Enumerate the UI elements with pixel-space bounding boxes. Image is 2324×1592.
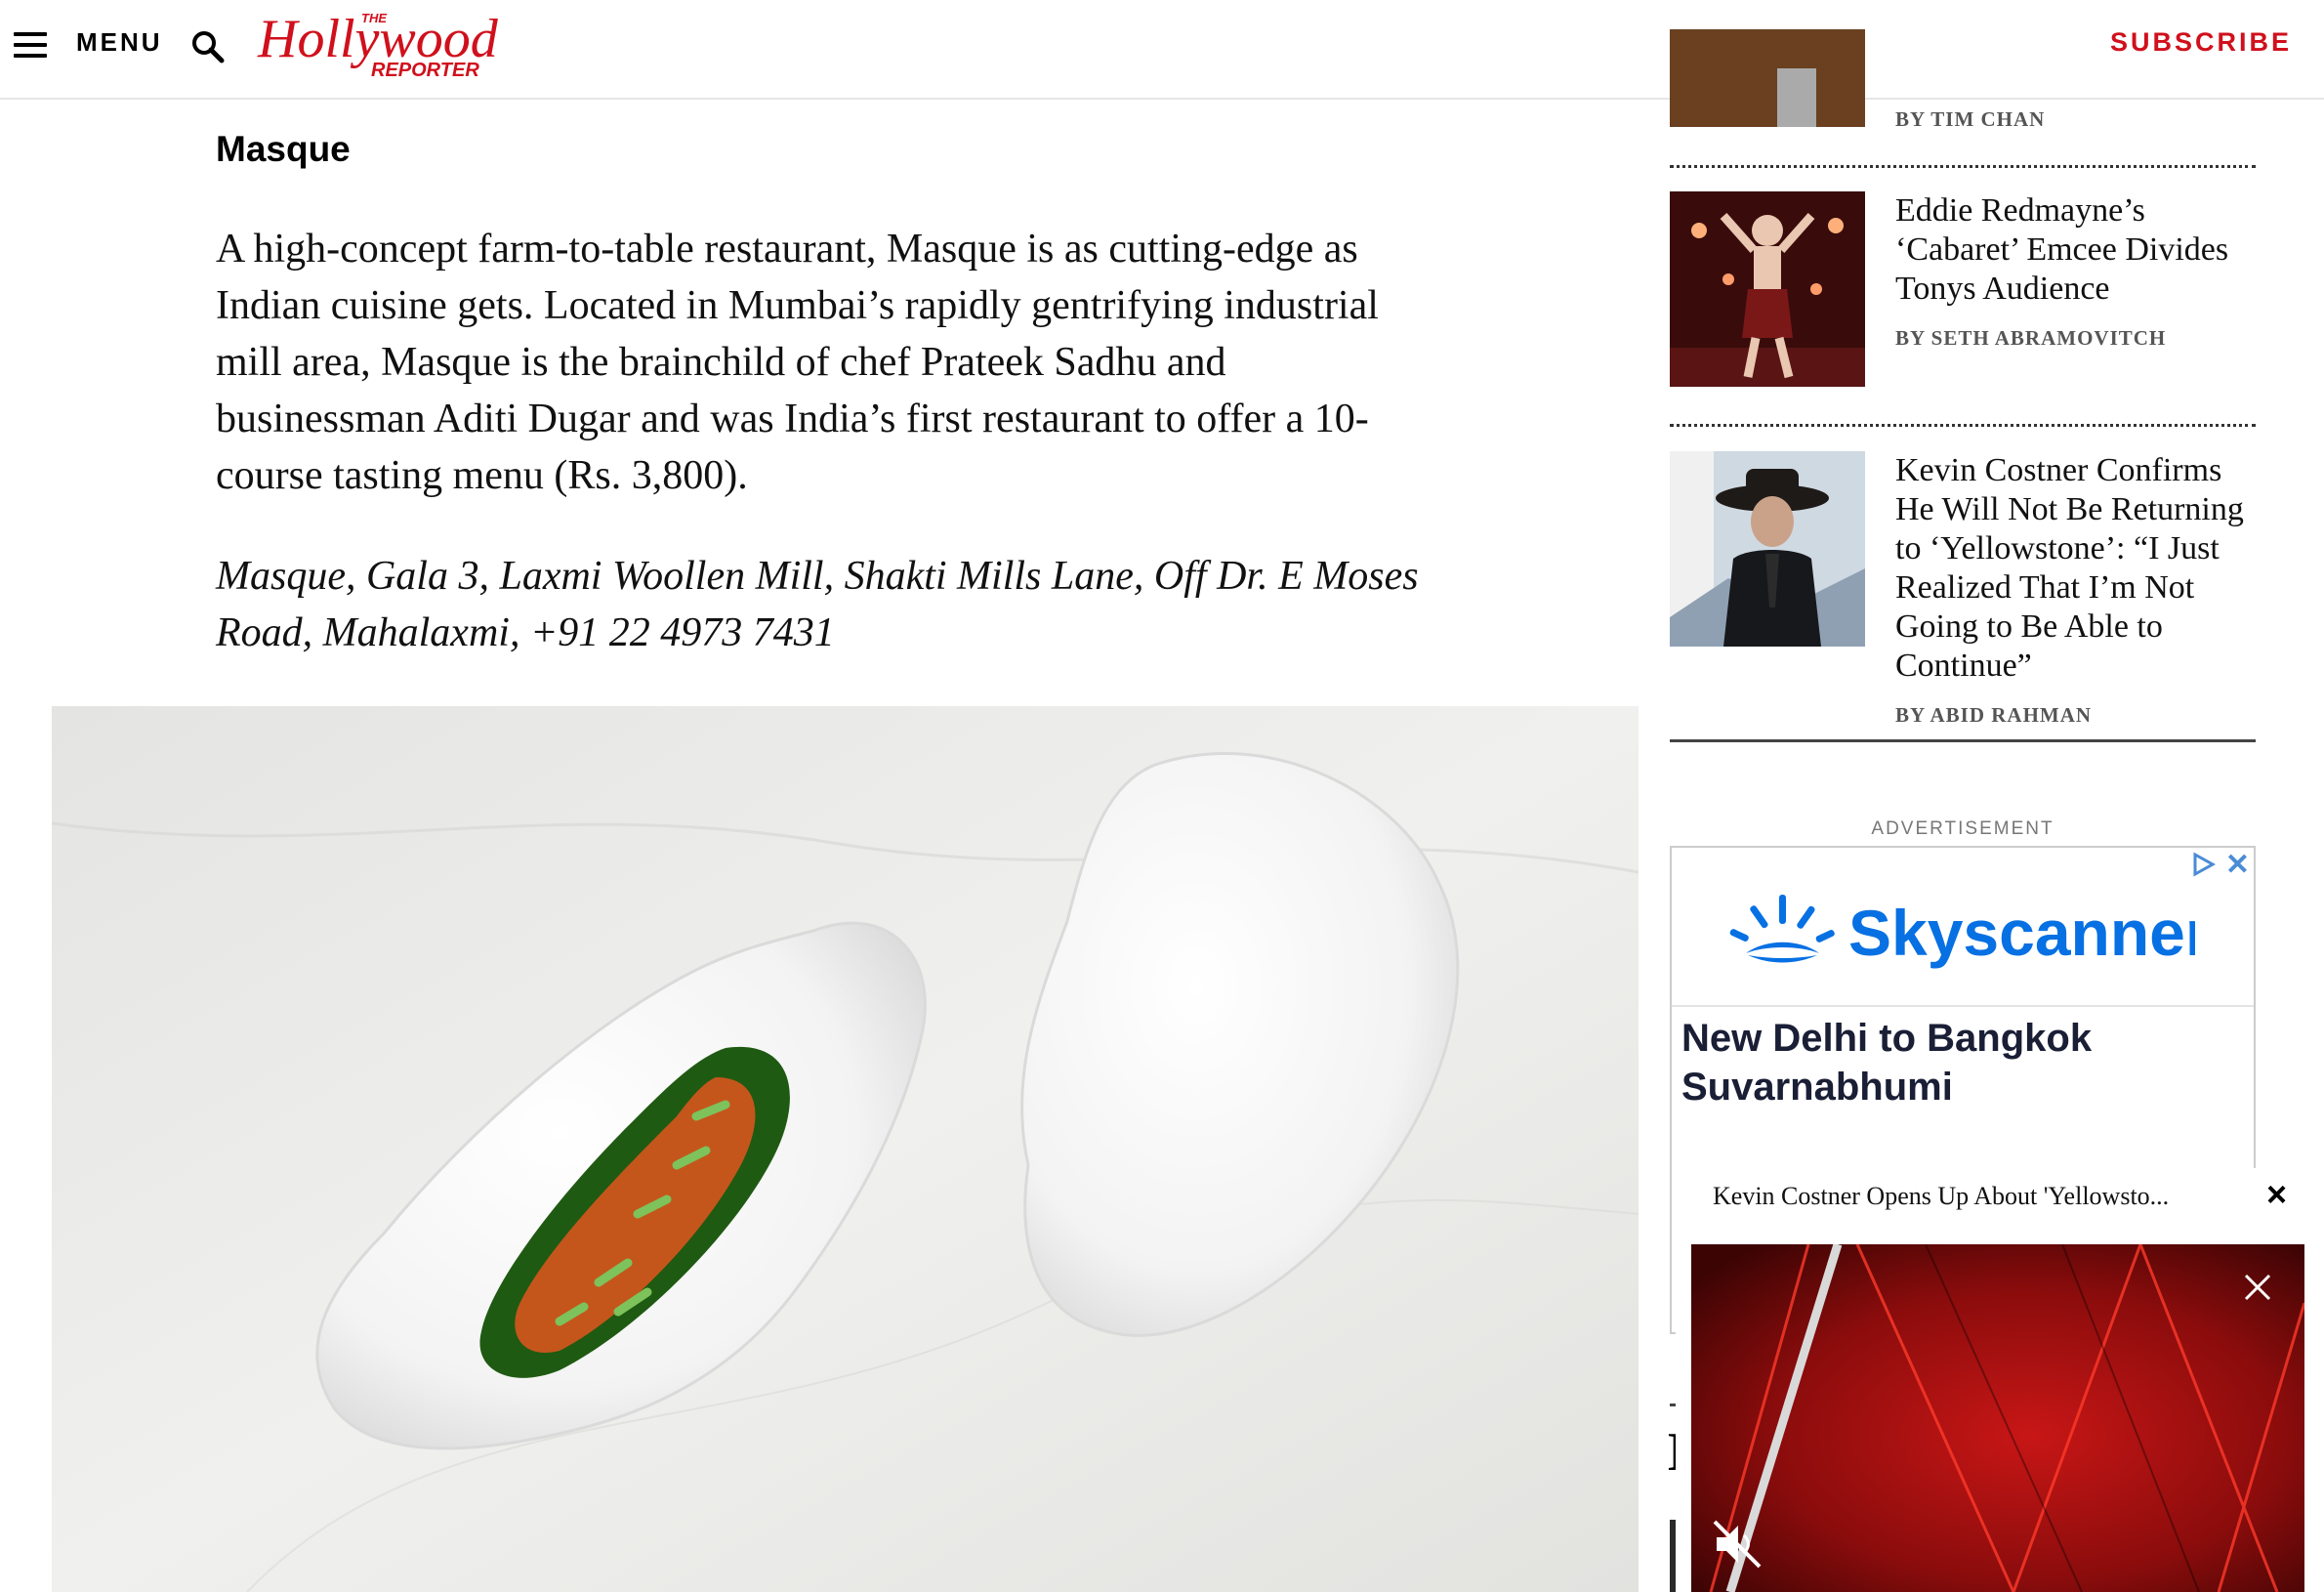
menu-button[interactable]: MENU bbox=[76, 27, 163, 58]
video-close-icon[interactable] bbox=[2240, 1270, 2275, 1305]
story-byline: BY ABID RAHMAN bbox=[1895, 703, 2093, 727]
sidebar-story[interactable]: Eddie Redmayne’s ‘Cabaret’ Emcee Divides… bbox=[1670, 191, 2256, 387]
dish-photo bbox=[52, 706, 1639, 1592]
search-icon[interactable] bbox=[188, 27, 228, 66]
svg-text:Skyscanner: Skyscanner bbox=[1848, 897, 2195, 969]
hamburger-menu-icon[interactable] bbox=[14, 32, 47, 58]
story-byline: BY TIM CHAN bbox=[1895, 107, 2046, 131]
sidebar-story[interactable]: BY TIM CHAN bbox=[1670, 29, 2256, 131]
video-title[interactable]: Kevin Costner Opens Up About 'Yellowsto.… bbox=[1713, 1182, 2240, 1211]
ad-route-title[interactable]: New Delhi to Bangkok Suvarnabhumi bbox=[1681, 1014, 2228, 1111]
divider bbox=[1670, 739, 2256, 742]
muted-speaker-icon[interactable] bbox=[1709, 1516, 1765, 1572]
skyscanner-logo[interactable]: Skyscanner bbox=[1726, 885, 2195, 973]
story-byline: BY SETH ABRAMOVITCH bbox=[1895, 326, 2167, 350]
divider bbox=[1670, 424, 2256, 427]
story-headline[interactable]: Kevin Costner Confirms He Will Not Be Re… bbox=[1895, 451, 2262, 686]
story-thumbnail[interactable] bbox=[1670, 191, 1865, 387]
story-thumbnail[interactable] bbox=[1670, 29, 1865, 127]
video-frame[interactable] bbox=[1691, 1244, 2304, 1592]
divider bbox=[1670, 165, 2256, 168]
advertisement-label: ADVERTISEMENT bbox=[1871, 818, 2054, 839]
section-heading: Masque bbox=[216, 129, 351, 169]
ad-divider bbox=[1672, 1005, 2254, 1007]
article-paragraph: A high-concept farm-to-table restaurant,… bbox=[216, 227, 1379, 498]
svg-text:REPORTER: REPORTER bbox=[371, 60, 479, 81]
story-headline[interactable]: Eddie Redmayne’s ‘Cabaret’ Emcee Divides… bbox=[1895, 191, 2262, 309]
player-close-icon[interactable]: × bbox=[2266, 1174, 2287, 1215]
hollywood-reporter-logo[interactable]: THE Hollywood REPORTER bbox=[256, 8, 519, 82]
story-thumbnail[interactable] bbox=[1670, 451, 1865, 647]
restaurant-address: Masque, Gala 3, Laxmi Woollen Mill, Shak… bbox=[216, 554, 1419, 655]
sidebar-story[interactable]: Kevin Costner Confirms He Will Not Be Re… bbox=[1670, 451, 2256, 734]
adchoices-icon[interactable] bbox=[2191, 852, 2217, 877]
ad-close-icon[interactable]: ✕ bbox=[2225, 848, 2250, 882]
floating-video-player[interactable]: Kevin Costner Opens Up About 'Yellowsto.… bbox=[1676, 1168, 2310, 1592]
